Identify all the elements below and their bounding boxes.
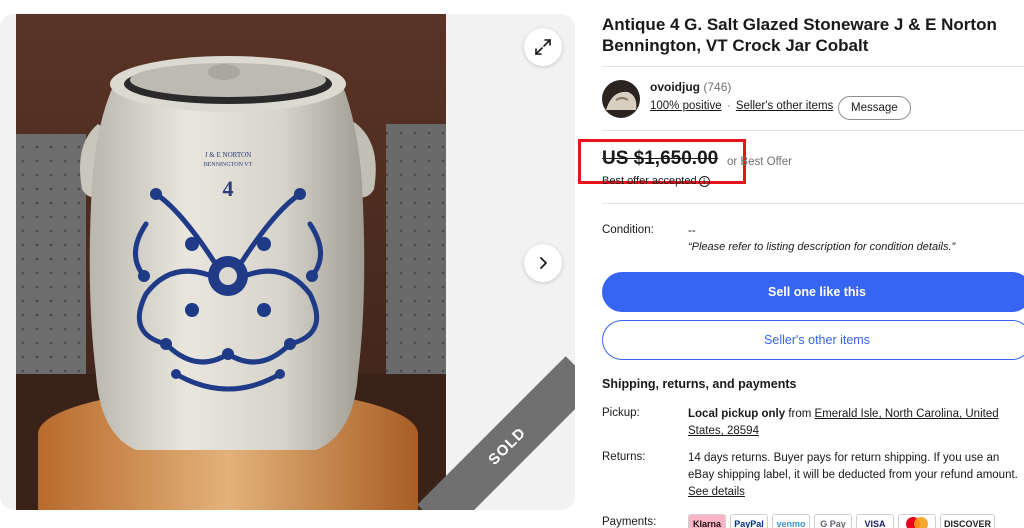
sell-one-like-this-button[interactable]: Sell one like this <box>602 272 1024 312</box>
offer-accepted-line: Best offer accepted i <box>602 175 710 187</box>
product-photo[interactable]: J & E NORTON BENNINGTON VT 4 <box>16 14 446 510</box>
expand-button[interactable] <box>524 28 562 66</box>
listing-details: Antique 4 G. Salt Glazed Stoneware J & E… <box>602 0 1024 528</box>
seller-name[interactable]: ovoidjug <box>650 80 700 94</box>
pickup-from-text: from <box>785 408 815 420</box>
separator: · <box>726 100 731 112</box>
price-section: US $1,650.00 or Best Offer Best offer ac… <box>602 148 1024 188</box>
image-gallery: J & E NORTON BENNINGTON VT 4 SOLD <box>0 14 575 510</box>
svg-text:J & E NORTON: J & E NORTON <box>205 151 251 159</box>
listing-title: Antique 4 G. Salt Glazed Stoneware J & E… <box>602 15 997 55</box>
svg-text:4: 4 <box>223 176 234 201</box>
pickup-method: Local pickup only <box>688 408 786 420</box>
returns-value: 14 days returns. Buyer pays for return s… <box>688 450 1024 501</box>
payments-label: Payments: <box>602 516 657 528</box>
offer-accepted-label: Best offer accepted <box>602 175 697 187</box>
best-offer-label: or Best Offer <box>727 156 792 168</box>
condition-value: -- <box>688 225 696 237</box>
payment-logo-discover: DISCOVER <box>940 514 996 528</box>
returns-label: Returns: <box>602 451 646 463</box>
payment-methods: Klarna PayPal venmo G Pay VISA DISCOVER <box>688 514 996 528</box>
seller-name-line: ovoidjug (746) <box>650 80 731 94</box>
shipping-section-title: Shipping, returns, and payments <box>602 377 797 391</box>
price: US $1,650.00 <box>602 148 719 169</box>
returns-see-details-link[interactable]: See details <box>688 486 745 498</box>
seller-card: ovoidjug (746) 100% positive · Seller's … <box>602 78 1024 122</box>
payment-logo-g-pay: G Pay <box>814 514 852 528</box>
pickup-label: Pickup: <box>602 407 640 419</box>
message-seller-button[interactable]: Message <box>838 96 911 120</box>
divider <box>602 130 1024 131</box>
condition-note: “Please refer to listing description for… <box>688 241 956 253</box>
expand-icon <box>534 38 552 56</box>
payment-logo-klarna: Klarna <box>688 514 726 528</box>
chevron-right-icon <box>536 256 550 270</box>
divider <box>602 66 1024 67</box>
divider <box>602 203 1024 204</box>
pickup-value: Local pickup only from Emerald Isle, Nor… <box>688 406 1024 440</box>
svg-text:BENNINGTON VT: BENNINGTON VT <box>204 162 253 168</box>
seller-other-items-link[interactable]: Seller's other items <box>736 100 833 112</box>
payment-logo-paypal: PayPal <box>730 514 768 528</box>
next-image-button[interactable] <box>524 244 562 282</box>
seller-feedback-count: (746) <box>703 80 732 94</box>
info-icon[interactable]: i <box>698 175 710 187</box>
condition-label: Condition: <box>602 224 654 236</box>
returns-text: 14 days returns. Buyer pays for return s… <box>688 452 1018 481</box>
payment-logo-visa: VISA <box>856 514 894 528</box>
seller-other-items-button[interactable]: Seller's other items <box>602 320 1024 360</box>
seller-avatar[interactable] <box>602 80 640 118</box>
seller-links: 100% positive · Seller's other items <box>650 100 833 112</box>
payment-logo-mastercard <box>898 514 936 528</box>
positive-feedback-link[interactable]: 100% positive <box>650 100 722 112</box>
payment-logo-venmo: venmo <box>772 514 810 528</box>
